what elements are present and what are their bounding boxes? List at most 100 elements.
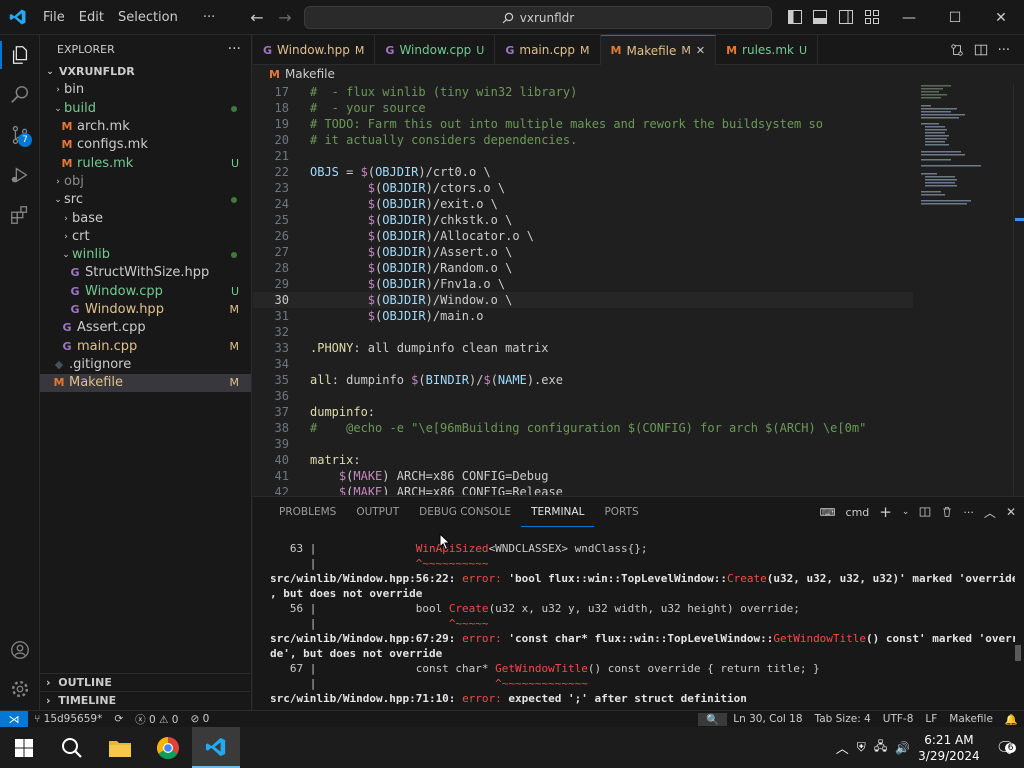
explorer-icon[interactable] — [6, 41, 34, 69]
editor-tab[interactable]: G Window.cpp U — [375, 35, 496, 65]
code-line[interactable]: 40 matrix: — [253, 452, 913, 468]
clock[interactable]: 6:21 AM 3/29/2024 — [918, 732, 980, 764]
file-item[interactable]: G Window.hpp M — [40, 301, 251, 319]
file-item[interactable]: G StructWithSize.hpp — [40, 264, 251, 282]
file-item[interactable]: Mrules.mk U — [40, 154, 251, 172]
forward-arrow-icon[interactable]: → — [271, 8, 299, 27]
notification-center-icon[interactable]: 🗨6 — [996, 738, 1017, 757]
panel-tab[interactable]: DEBUG CONSOLE — [409, 497, 521, 527]
file-item[interactable]: March.mk — [40, 118, 251, 136]
line-ending[interactable]: LF — [919, 713, 943, 725]
code-line[interactable]: 38 # @echo -e "\e[96mBuilding configurati… — [253, 420, 913, 436]
code-line[interactable]: 19 # TODO: Farm this out into multiple ma… — [253, 116, 913, 132]
code-line[interactable]: 20 # it actually considers dependencies. — [253, 132, 913, 148]
close-tab-icon[interactable]: ✕ — [696, 44, 705, 57]
sync-icon[interactable]: ⟳ — [108, 713, 129, 725]
code-line[interactable]: 41 $(MAKE) ARCH=x86 CONFIG=Debug — [253, 468, 913, 484]
ports-status[interactable]: ⊘ 0 — [184, 713, 215, 725]
close-window-icon[interactable]: ✕ — [978, 0, 1024, 35]
account-icon[interactable] — [6, 636, 34, 664]
code-line[interactable]: 29 $(OBJDIR)/Fnv1a.o \ — [253, 276, 913, 292]
toggle-panel-icon[interactable] — [812, 9, 828, 25]
language-mode[interactable]: Makefile — [943, 713, 999, 725]
new-terminal-icon[interactable]: + — [879, 503, 892, 521]
volume-icon[interactable]: 🔊 — [895, 741, 910, 755]
folder-item[interactable]: › base — [40, 209, 251, 227]
open-changes-icon[interactable] — [950, 43, 964, 57]
minimap[interactable] — [913, 83, 1013, 495]
back-arrow-icon[interactable]: ← — [243, 8, 271, 27]
menu-selection[interactable]: Selection — [111, 0, 185, 35]
folder-item[interactable]: ⌄ build — [40, 100, 251, 118]
maximize-panel-icon[interactable]: ︿ — [984, 504, 996, 521]
source-control-icon[interactable]: 7 — [6, 121, 34, 149]
encoding[interactable]: UTF-8 — [877, 713, 920, 725]
menu-file[interactable]: File — [36, 0, 72, 35]
folder-item[interactable]: ⌄ src — [40, 191, 251, 209]
run-debug-icon[interactable] — [6, 161, 34, 189]
notifications-bell-icon[interactable]: 🔔 — [999, 713, 1024, 726]
terminal-output[interactable]: 63 | WinApiSized<WNDCLASSEX> wndClass{};… — [270, 541, 1015, 711]
code-line[interactable]: 17 # - flux winlib (tiny win32 library) — [253, 84, 913, 100]
terminal-dropdown-icon[interactable]: ⌄ — [902, 507, 910, 517]
outline-section[interactable]: › OUTLINE — [40, 673, 252, 691]
file-item[interactable]: Gmain.cpp M — [40, 337, 251, 355]
maximize-window-icon[interactable]: ☐ — [932, 0, 978, 35]
file-item[interactable]: ◆ .gitignore — [40, 356, 251, 374]
menu-edit[interactable]: Edit — [72, 0, 111, 35]
code-line[interactable]: 30 $(OBJDIR)/Window.o \ — [253, 292, 913, 308]
split-editor-icon[interactable] — [974, 43, 988, 57]
command-center-search[interactable]: vxrunfldr — [304, 6, 772, 29]
editor-tab[interactable]: M Makefile M ✕ — [600, 35, 717, 65]
panel-tab[interactable]: PORTS — [594, 497, 648, 527]
file-item[interactable]: G Window.cpp U — [40, 283, 251, 301]
code-line[interactable]: 34 — [253, 356, 913, 372]
terminal-shell-label[interactable]: cmd — [846, 506, 870, 519]
windows-start-icon[interactable] — [0, 727, 48, 768]
file-item[interactable]: G Assert.cpp — [40, 319, 251, 337]
file-explorer-icon[interactable] — [96, 727, 144, 768]
terminal-scrollbar[interactable] — [1015, 645, 1021, 661]
code-line[interactable]: 23 $(OBJDIR)/ctors.o \ — [253, 180, 913, 196]
code-line[interactable]: 32 — [253, 324, 913, 340]
workspace-root[interactable]: ⌄ VXRUNFLDR — [40, 63, 251, 81]
taskbar-search-icon[interactable] — [48, 727, 96, 768]
trash-icon[interactable] — [941, 506, 953, 518]
remote-indicator-icon[interactable]: ⋊ — [0, 710, 28, 728]
explorer-more-icon[interactable]: ··· — [228, 41, 241, 57]
customize-layout-icon[interactable] — [864, 9, 880, 25]
menu-more[interactable]: ··· — [185, 0, 222, 35]
toggle-secondary-sidebar-icon[interactable] — [838, 9, 854, 25]
editor-more-icon[interactable]: ··· — [998, 43, 1010, 58]
folder-item[interactable]: › obj — [40, 173, 251, 191]
code-line[interactable]: 24 $(OBJDIR)/exit.o \ — [253, 196, 913, 212]
code-line[interactable]: 37 dumpinfo: — [253, 404, 913, 420]
toggle-primary-sidebar-icon[interactable] — [787, 9, 803, 25]
code-line[interactable]: 33 .PHONY: all dumpinfo clean matrix — [253, 340, 913, 356]
code-line[interactable]: 39 — [253, 436, 913, 452]
editor-tab[interactable]: Mrules.mk U — [716, 35, 819, 65]
tray-overflow-chevron-icon[interactable]: ︿ — [836, 738, 849, 757]
branch-status[interactable]: ⑂ 15d95659* — [28, 713, 108, 725]
panel-tab[interactable]: TERMINAL — [521, 497, 595, 527]
vscode-taskbar-icon[interactable] — [192, 727, 240, 768]
code-line[interactable]: 21 — [253, 148, 913, 164]
code-line[interactable]: 25 $(OBJDIR)/chkstk.o \ — [253, 212, 913, 228]
minimize-window-icon[interactable]: — — [886, 0, 932, 35]
folder-item[interactable]: › crt — [40, 228, 251, 246]
code-line[interactable]: 28 $(OBJDIR)/Random.o \ — [253, 260, 913, 276]
file-item[interactable]: M Makefile M — [40, 374, 251, 393]
code-editor[interactable]: 17 # - flux winlib (tiny win32 library) 18… — [253, 83, 913, 495]
zoom-icon[interactable]: 🔍 — [698, 712, 728, 726]
cursor-position[interactable]: Ln 30, Col 18 — [727, 713, 808, 725]
search-icon[interactable] — [6, 81, 34, 109]
code-line[interactable]: 35 all: dumpinfo $(BINDIR)/$(NAME).exe — [253, 372, 913, 388]
close-panel-icon[interactable]: ✕ — [1006, 505, 1016, 519]
editor-tab[interactable]: G Window.hpp M — [253, 35, 376, 65]
tab-size[interactable]: Tab Size: 4 — [809, 713, 877, 725]
editor-tab[interactable]: Gmain.cpp M — [495, 35, 601, 65]
panel-more-icon[interactable]: ··· — [963, 506, 974, 519]
panel-tab[interactable]: PROBLEMS — [269, 497, 346, 527]
code-line[interactable]: 31 $(OBJDIR)/main.o — [253, 308, 913, 324]
code-line[interactable]: 36 — [253, 388, 913, 404]
